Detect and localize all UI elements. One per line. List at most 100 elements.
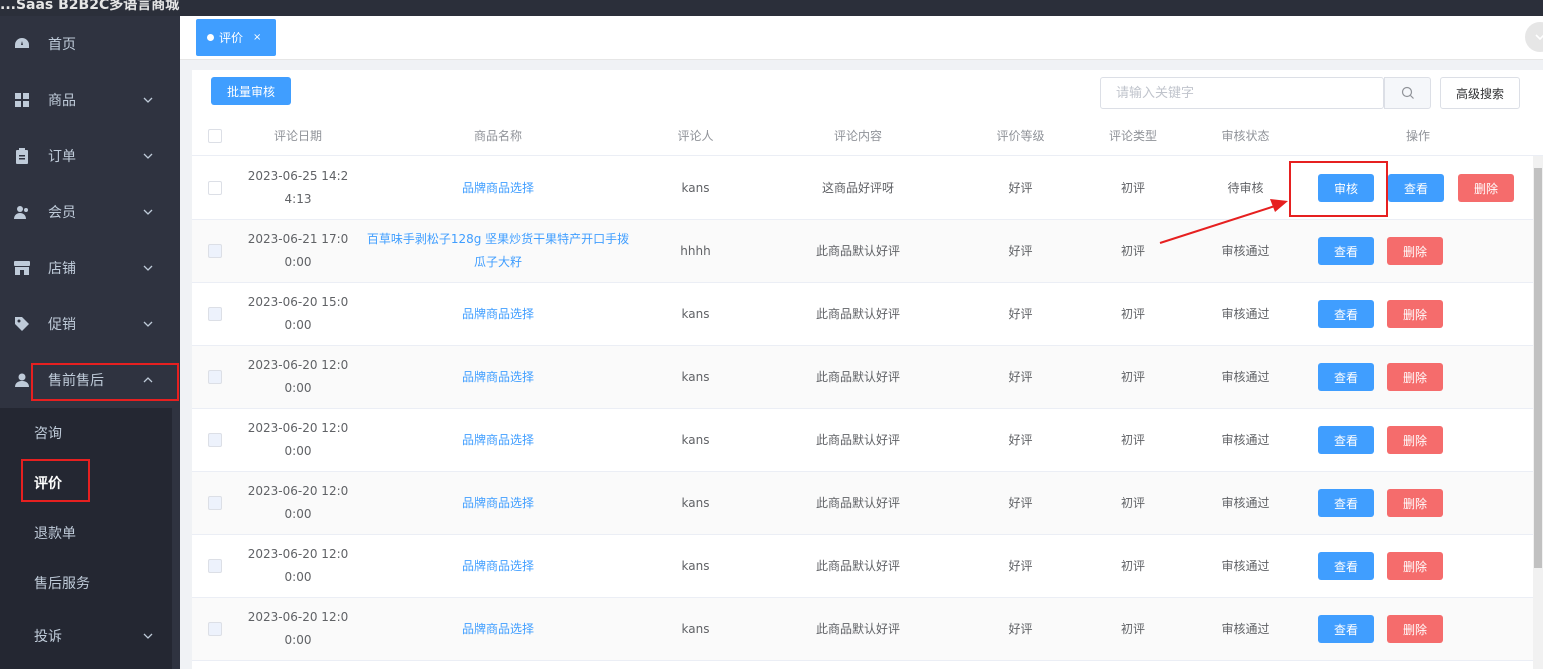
advanced-search-button[interactable]: 高级搜索 [1440,77,1520,109]
cell-date: 2023-06-25 14:2 4:13 [238,157,358,219]
row-checkbox[interactable] [208,283,222,345]
row-checkbox[interactable] [208,598,222,660]
sidebar-item-aftersales[interactable]: 售前售后 [0,352,180,408]
view-button[interactable]: 查看 [1318,489,1374,517]
row-checkbox[interactable] [208,472,222,534]
product-link[interactable]: 品牌商品选择 [462,307,534,321]
status-text: 审核通过 [1221,495,1270,510]
batch-review-button[interactable]: 批量审核 [211,77,291,105]
tab-review[interactable]: 评价 × [196,19,276,56]
cell-type: 初评 [1078,598,1188,660]
sidebar-item-goods[interactable]: 商品 [0,72,180,128]
cell-level: 好评 [963,409,1078,471]
cell-product[interactable]: 品牌商品选择 [358,598,638,660]
col-level[interactable]: 评价等级 [963,116,1078,156]
view-button[interactable]: 查看 [1318,426,1374,454]
view-button[interactable]: 查看 [1318,237,1374,265]
level-text: 好评 [1008,243,1033,258]
product-link[interactable]: 瓜子大籽 [474,255,522,269]
table-scrollbar[interactable] [1533,156,1543,669]
product-link[interactable]: 品牌商品选择 [462,181,534,195]
delete-button[interactable]: 删除 [1387,552,1443,580]
col-product[interactable]: 商品名称 [358,116,638,156]
date-line: 4:13 [284,192,312,206]
view-button[interactable]: 查看 [1318,552,1374,580]
table-row: 2023-06-20 12:0 0:00 品牌商品选择 kans 此商品默认好评 好评 初评… [192,472,1533,535]
sidebar-item-label: 店铺 [48,261,76,277]
product-link[interactable]: 品牌商品选择 [462,559,534,573]
cell-product[interactable]: 百草味手剥松子128g 坚果炒货干果特产开口手拨 瓜子大籽 [358,220,638,282]
view-button[interactable]: 查看 [1318,363,1374,391]
delete-button[interactable]: 删除 [1387,489,1443,517]
delete-button[interactable]: 删除 [1458,174,1514,202]
submenu-item-review[interactable]: 评价 [0,458,180,508]
view-button[interactable]: 查看 [1318,300,1374,328]
row-checkbox[interactable] [208,157,222,219]
sidebar-item-stores[interactable]: 店铺 [0,240,180,296]
delete-button[interactable]: 删除 [1387,426,1443,454]
col-actions: 操作 [1405,129,1430,143]
delete-button[interactable]: 删除 [1387,300,1443,328]
sidebar-item-promotions[interactable]: 促销 [0,296,180,352]
chevron-up-icon [143,377,153,383]
search-input[interactable] [1101,78,1383,108]
collapse-icon[interactable] [1525,22,1543,52]
cell-product[interactable]: 品牌商品选择 [358,472,638,534]
submenu-item-consult[interactable]: 咨询 [0,408,180,458]
delete-button[interactable]: 删除 [1387,237,1443,265]
content-text: 此商品默认好评 [815,243,900,258]
delete-button[interactable]: 删除 [1387,363,1443,391]
sidebar-item-home[interactable]: 首页 [0,16,180,72]
submenu-item-refund[interactable]: 退款单 [0,508,180,558]
col-content[interactable]: 评论内容 [753,116,963,156]
product-link[interactable]: 品牌商品选择 [462,622,534,636]
scrollbar-thumb[interactable] [1534,168,1542,568]
sidebar-item-members[interactable]: 会员 [0,184,180,240]
col-type[interactable]: 评论类型 [1078,116,1188,156]
cell-product[interactable]: 品牌商品选择 [358,157,638,219]
cell-date: 2023-06-20 12:0 0:00 [238,535,358,597]
cell-product[interactable]: 品牌商品选择 [358,535,638,597]
col-reviewer[interactable]: 评论人 [638,116,753,156]
cell-type: 初评 [1078,220,1188,282]
sidebar-item-label: 订单 [48,149,76,165]
status-text: 审核通过 [1221,432,1270,447]
row-checkbox[interactable] [208,409,222,471]
cell-reviewer: kans [638,283,753,345]
close-icon[interactable]: × [253,32,261,43]
date-line: 0:00 [284,507,312,521]
col-date[interactable]: 评论日期 [238,116,358,156]
table-header: 评论日期 商品名称 评论人 评论内容 评价等级 评论类型 审核状态 操作 [192,116,1543,156]
select-all-checkbox[interactable] [208,129,222,143]
cell-reviewer: hhhh [638,220,753,282]
product-link[interactable]: 百草味手剥松子128g 坚果炒货干果特产开口手拨 [367,232,629,246]
cell-product[interactable]: 品牌商品选择 [358,283,638,345]
content-text: 这商品好评呀 [821,180,894,195]
date-line: 2023-06-25 14:2 [247,169,349,183]
tab-bar: 评价 × [180,16,1543,60]
main-panel: 批量审核 高级搜索 评论日期 商品名称 评论人 评论内容 评价等级 评论类型 审… [192,70,1543,669]
row-checkbox[interactable] [208,535,222,597]
date-line: 0:00 [284,318,312,332]
approve-button[interactable]: 审核 [1318,174,1374,202]
submenu-item-complaint[interactable]: 投诉 [0,611,180,661]
product-link[interactable]: 品牌商品选择 [462,433,534,447]
product-link[interactable]: 品牌商品选择 [462,370,534,384]
delete-button[interactable]: 删除 [1387,615,1443,643]
cell-product[interactable]: 品牌商品选择 [358,409,638,471]
view-button[interactable]: 查看 [1388,174,1444,202]
product-link[interactable]: 品牌商品选择 [462,496,534,510]
cell-reviewer: kans [638,157,753,219]
date-line: 0:00 [284,633,312,647]
top-bar: ...Saas B2B2C多语言商城 [0,0,1543,16]
submenu-item-service[interactable]: 售后服务 [0,558,180,608]
row-checkbox[interactable] [208,220,222,282]
sidebar-item-label: 会员 [48,205,76,221]
row-checkbox[interactable] [208,346,222,408]
sidebar-item-orders[interactable]: 订单 [0,128,180,184]
col-status[interactable]: 审核状态 [1188,116,1303,156]
search-button[interactable] [1384,77,1431,109]
sidebar-scrollbar[interactable] [172,392,180,669]
view-button[interactable]: 查看 [1318,615,1374,643]
cell-product[interactable]: 品牌商品选择 [358,346,638,408]
